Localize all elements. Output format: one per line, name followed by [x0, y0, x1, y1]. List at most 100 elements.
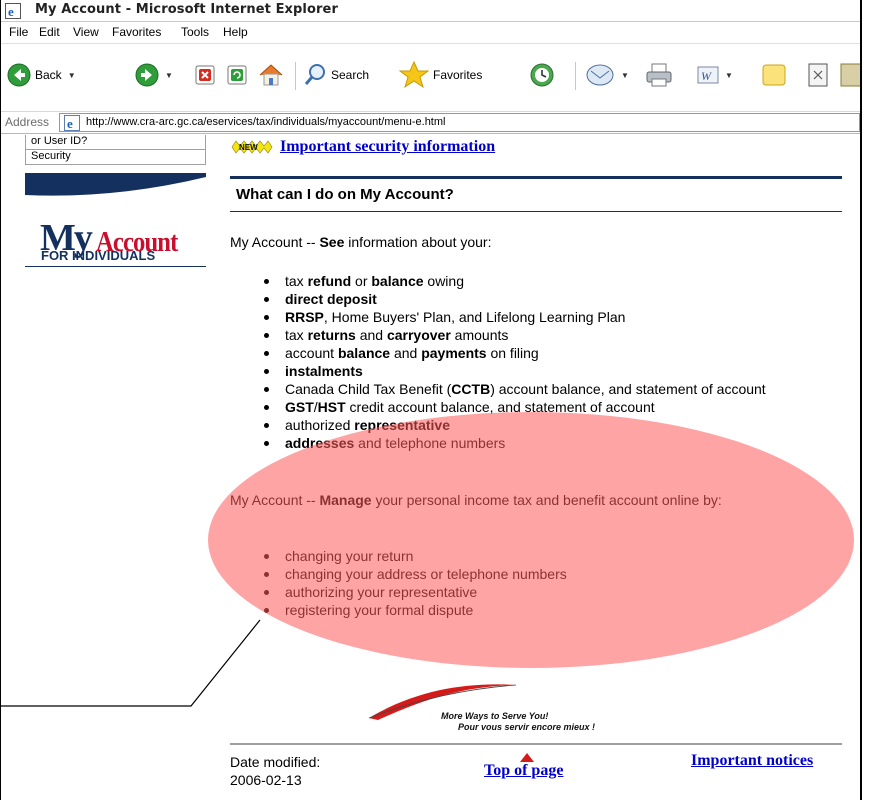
- list-item-text: direct deposit: [285, 291, 377, 307]
- list-item-text: tax: [285, 327, 308, 343]
- mail-button[interactable]: ▼: [585, 60, 629, 90]
- banner-swoosh: [25, 177, 206, 211]
- favorites-label: Favorites: [433, 68, 483, 82]
- date-modified-label: Date modified:: [230, 754, 321, 770]
- nav-item-security[interactable]: Security: [26, 150, 205, 164]
- manage-intro: My Account -- Manage your personal incom…: [230, 491, 838, 509]
- nav-item-user-id[interactable]: or User ID?: [26, 135, 205, 149]
- page-content: or User ID? Security My Account FOR INDI…: [1, 135, 860, 800]
- list-item-text: HST: [317, 399, 346, 415]
- title-bar: e My Account - Microsoft Internet Explor…: [1, 0, 860, 22]
- stop-button[interactable]: [195, 60, 215, 90]
- history-button[interactable]: [529, 60, 555, 90]
- list-item: RRSP, Home Buyers' Plan, and Lifelong Le…: [230, 308, 830, 326]
- messenger-icon: [840, 63, 860, 87]
- svg-text:W: W: [701, 69, 712, 83]
- list-item-text: on filing: [486, 345, 539, 361]
- list-item-text: RRSP: [285, 309, 324, 325]
- chevron-down-icon[interactable]: ▼: [621, 71, 629, 80]
- favorites-button[interactable]: Favorites: [399, 60, 482, 90]
- list-item-text: account: [285, 345, 338, 361]
- list-item-text: and: [355, 327, 387, 343]
- chevron-down-icon[interactable]: ▼: [165, 71, 173, 80]
- ie-logo-icon: e: [5, 3, 21, 19]
- address-label: Address: [5, 115, 50, 129]
- search-icon: [304, 64, 325, 85]
- list-item-text: carryover: [386, 327, 451, 343]
- menu-edit[interactable]: Edit: [39, 25, 60, 39]
- manage-intro-pre: My Account --: [230, 492, 320, 508]
- manage-intro-bold: Manage: [319, 492, 372, 508]
- edit-button[interactable]: W ▼: [697, 60, 733, 90]
- see-intro-post: information about your:: [344, 234, 492, 250]
- manage-intro-post: your personal income tax and benefit acc…: [371, 492, 722, 508]
- list-item: instalments: [230, 362, 830, 380]
- see-intro: My Account -- See information about your…: [230, 233, 491, 251]
- menu-help[interactable]: Help: [223, 25, 248, 39]
- list-item: account balance and payments on filing: [230, 344, 830, 362]
- home-button[interactable]: [257, 60, 285, 90]
- left-navigation: or User ID? Security My Account FOR INDI…: [25, 135, 206, 267]
- address-bar: Address e http://www.cra-arc.gc.ca/eserv…: [1, 112, 860, 134]
- window-title: My Account - Microsoft Internet Explorer: [35, 2, 338, 17]
- list-item: Canada Child Tax Benefit (CCTB) account …: [230, 380, 830, 398]
- security-info-link[interactable]: Important security information: [280, 138, 495, 156]
- list-item: direct deposit: [230, 290, 830, 308]
- home-icon: [259, 64, 283, 86]
- address-input[interactable]: e http://www.cra-arc.gc.ca/eservices/tax…: [59, 113, 860, 132]
- forward-button[interactable]: ▼: [135, 60, 173, 90]
- see-intro-bold: See: [319, 234, 345, 250]
- chevron-down-icon[interactable]: ▼: [725, 71, 733, 80]
- list-item: tax returns and carryover amounts: [230, 326, 830, 344]
- list-item-text: payments: [421, 345, 487, 361]
- menu-view[interactable]: View: [73, 25, 99, 39]
- messenger-button[interactable]: [807, 60, 829, 90]
- ie-logo-icon: e: [64, 115, 80, 131]
- new-badge-label: NEW: [239, 143, 258, 152]
- list-item-text: and: [390, 345, 422, 361]
- stop-icon: [195, 65, 215, 85]
- back-arrow-icon: [7, 63, 31, 87]
- menu-file[interactable]: File: [9, 25, 28, 39]
- section-heading: What can I do on My Account?: [230, 176, 842, 212]
- list-item-text: and telephone numbers: [354, 435, 506, 451]
- list-item: tax refund or balance owing: [230, 272, 830, 290]
- list-item: registering your formal dispute: [230, 601, 830, 619]
- menu-favorites[interactable]: Favorites: [112, 25, 161, 39]
- back-button[interactable]: Back ▼: [7, 60, 76, 90]
- forward-arrow-icon: [135, 63, 159, 87]
- list-item: GST/HST credit account balance, and stat…: [230, 398, 830, 416]
- print-button[interactable]: [645, 60, 673, 90]
- new-badge-icon: NEW: [231, 140, 273, 154]
- list-item-text: Canada Child Tax Benefit (: [285, 381, 452, 397]
- history-icon: [530, 63, 554, 87]
- search-label: Search: [331, 68, 370, 82]
- tools-extra-button[interactable]: [839, 60, 860, 90]
- refresh-button[interactable]: [227, 60, 247, 90]
- edit-icon: W: [697, 66, 719, 84]
- list-item-text: owing: [423, 273, 464, 289]
- footer-divider: [230, 743, 842, 745]
- list-item-text: representative: [354, 417, 450, 433]
- list-item-text: GST: [285, 399, 314, 415]
- page-title: What can I do on My Account?: [236, 186, 454, 203]
- menu-tools[interactable]: Tools: [181, 25, 209, 39]
- top-of-page-link[interactable]: Top of page: [484, 762, 563, 780]
- search-button[interactable]: Search: [303, 60, 369, 90]
- security-notice: NEW Important security information: [230, 138, 495, 156]
- list-item-text: CCTB: [451, 381, 491, 397]
- myaccount-logo[interactable]: My Account FOR INDIVIDUALS: [25, 217, 206, 267]
- banner-english: More Ways to Serve You!: [441, 711, 549, 721]
- mail-icon: [586, 64, 614, 86]
- date-modified-value: 2006-02-13: [230, 772, 302, 788]
- list-item: authorizing your representative: [230, 583, 830, 601]
- list-item: addresses and telephone numbers: [230, 434, 830, 452]
- list-item-text: ) account balance, and statement of acco…: [490, 381, 766, 397]
- important-notices-link[interactable]: Important notices: [691, 752, 813, 770]
- list-item-text: amounts: [450, 327, 509, 343]
- list-item-text: returns: [307, 327, 356, 343]
- favorites-star-icon: [399, 61, 429, 89]
- browser-window: e My Account - Microsoft Internet Explor…: [0, 0, 862, 800]
- chevron-down-icon[interactable]: ▼: [68, 71, 76, 80]
- discuss-button[interactable]: [761, 60, 787, 90]
